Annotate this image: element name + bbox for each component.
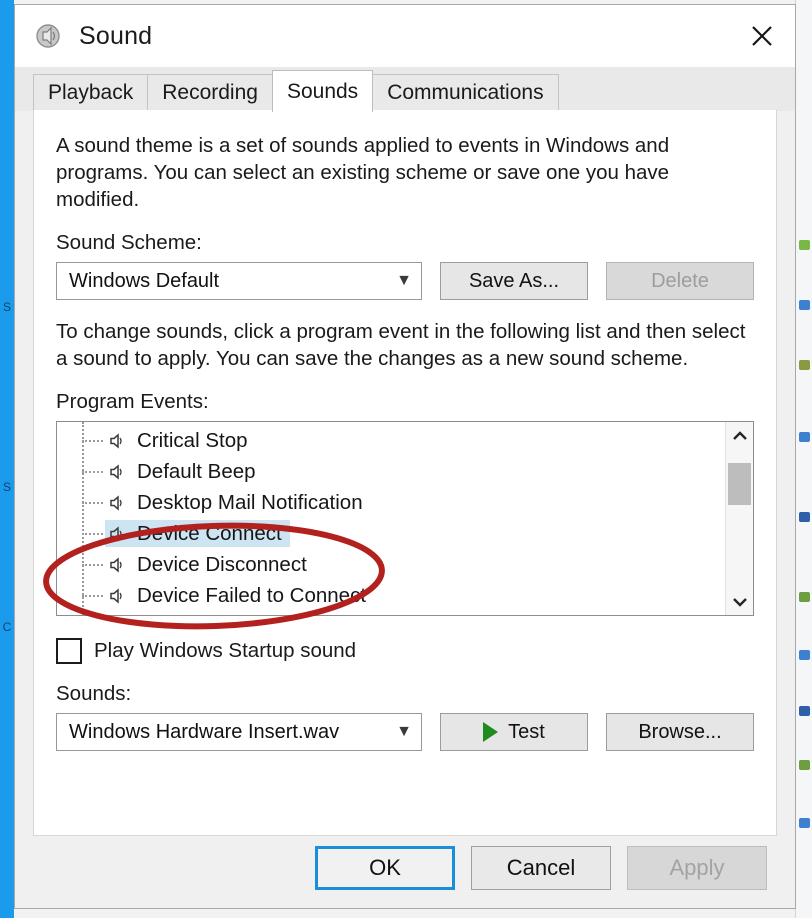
tree-branch bbox=[82, 532, 103, 535]
desktop-icon-sliver bbox=[799, 432, 810, 442]
cancel-button[interactable]: Cancel bbox=[471, 846, 611, 890]
intro-text: A sound theme is a set of sounds applied… bbox=[56, 134, 670, 212]
cancel-label: Cancel bbox=[506, 855, 576, 880]
speaker-icon bbox=[33, 21, 63, 51]
tab-label: Communications bbox=[387, 81, 544, 104]
chevron-down-icon: ▼ bbox=[396, 272, 412, 290]
list-item-label: Device Connect bbox=[137, 521, 282, 545]
scroll-up-icon[interactable] bbox=[726, 422, 753, 449]
program-events-list: Critical Stop Default Beep Desktop Mail … bbox=[57, 422, 726, 616]
close-icon[interactable] bbox=[729, 5, 795, 67]
dialog-footer: OK Cancel Apply bbox=[15, 836, 795, 908]
taskbar-strip[interactable]: S S C bbox=[0, 0, 14, 918]
list-item-label: Desktop Mail Notification bbox=[137, 490, 363, 514]
desktop-icon-sliver bbox=[799, 760, 810, 770]
program-events-label: Program Events: bbox=[56, 390, 209, 414]
list-item[interactable]: Critical Stop bbox=[57, 425, 726, 456]
tab-label: Recording bbox=[162, 81, 258, 104]
tab-playback[interactable]: Playback bbox=[33, 74, 149, 111]
apply-label: Apply bbox=[669, 855, 725, 880]
speaker-icon bbox=[105, 461, 127, 483]
save-as-button[interactable]: Save As... bbox=[440, 262, 588, 301]
speaker-icon bbox=[105, 554, 127, 576]
desktop-icon-sliver bbox=[799, 360, 810, 370]
play-startup-sound-checkbox[interactable] bbox=[56, 638, 82, 665]
speaker-icon bbox=[105, 430, 127, 452]
sounds-label: Sounds: bbox=[56, 682, 132, 706]
list-item[interactable]: Default Beep bbox=[57, 456, 726, 487]
desktop-icon-sliver bbox=[799, 592, 810, 602]
tree-branch bbox=[82, 501, 103, 504]
tree-branch bbox=[82, 594, 103, 597]
ok-label: OK bbox=[369, 855, 401, 880]
tab-recording[interactable]: Recording bbox=[147, 74, 273, 111]
sounds-tab-panel: A sound theme is a set of sounds applied… bbox=[33, 110, 777, 836]
window-title: Sound bbox=[79, 21, 153, 50]
sound-file-dropdown[interactable]: Windows Hardware Insert.wav ▼ bbox=[56, 713, 422, 752]
chevron-down-icon: ▼ bbox=[396, 723, 412, 741]
speaker-icon bbox=[105, 523, 127, 545]
list-item[interactable]: Device Failed to Connect bbox=[57, 580, 726, 611]
tree-branch bbox=[82, 470, 103, 473]
tree-branch bbox=[82, 439, 103, 442]
desktop-icon-strip bbox=[795, 0, 812, 918]
sound-scheme-dropdown[interactable]: Windows Default ▼ bbox=[56, 262, 422, 301]
list-item[interactable]: Device Disconnect bbox=[57, 549, 726, 580]
sound-file-row: Windows Hardware Insert.wav ▼ Test Brows… bbox=[56, 713, 754, 752]
list-item-label: Device Failed to Connect bbox=[137, 583, 367, 607]
browse-label: Browse... bbox=[638, 720, 722, 743]
tab-label: Sounds bbox=[286, 79, 359, 103]
test-label: Test bbox=[508, 720, 545, 743]
desktop-icon-sliver bbox=[799, 512, 810, 522]
tree-branch bbox=[82, 563, 103, 566]
apply-button: Apply bbox=[627, 846, 767, 890]
test-button[interactable]: Test bbox=[440, 713, 588, 752]
sound-scheme-label: Sound Scheme: bbox=[56, 231, 202, 255]
instructions-text: To change sounds, click a program event … bbox=[56, 320, 746, 371]
desktop-icon-sliver bbox=[799, 706, 810, 716]
tab-strip: Playback Recording Sounds Communications bbox=[15, 67, 795, 112]
browse-button[interactable]: Browse... bbox=[606, 713, 754, 752]
list-item-label: Critical Stop bbox=[137, 428, 248, 452]
tab-communications[interactable]: Communications bbox=[372, 74, 559, 111]
list-item[interactable]: Desktop Mail Notification bbox=[57, 487, 726, 518]
program-events-listbox[interactable]: Critical Stop Default Beep Desktop Mail … bbox=[56, 421, 754, 617]
speaker-icon bbox=[105, 492, 127, 514]
taskbar-glyph: S bbox=[2, 480, 11, 494]
desktop-icon-sliver bbox=[799, 650, 810, 660]
scroll-down-icon[interactable] bbox=[726, 588, 753, 615]
delete-button: Delete bbox=[606, 262, 754, 301]
desktop-icon-sliver bbox=[799, 818, 810, 828]
title-bar: Sound bbox=[15, 5, 795, 67]
desktop-icon-sliver bbox=[799, 300, 810, 310]
sound-dialog: Sound Playback Recording Sounds Communic… bbox=[14, 4, 796, 909]
sound-file-value: Windows Hardware Insert.wav bbox=[69, 720, 340, 743]
play-startup-sound-label: Play Windows Startup sound bbox=[94, 639, 357, 663]
tab-sounds[interactable]: Sounds bbox=[271, 70, 374, 112]
delete-label: Delete bbox=[651, 269, 709, 292]
scrollbar-thumb[interactable] bbox=[728, 463, 751, 506]
sound-scheme-value: Windows Default bbox=[69, 269, 220, 292]
scheme-row: Windows Default ▼ Save As... Delete bbox=[56, 262, 754, 301]
speaker-icon bbox=[105, 585, 127, 607]
listbox-scrollbar[interactable] bbox=[725, 422, 753, 616]
list-item-label: Device Disconnect bbox=[137, 552, 307, 576]
desktop-icon-sliver bbox=[799, 240, 810, 250]
save-as-label: Save As... bbox=[468, 269, 560, 292]
list-item-device-connect[interactable]: Device Connect bbox=[57, 518, 726, 549]
list-item-label: Default Beep bbox=[137, 459, 256, 483]
taskbar-glyph: C bbox=[2, 620, 12, 634]
play-startup-sound-checkbox-row[interactable]: Play Windows Startup sound bbox=[56, 638, 357, 665]
tab-label: Playback bbox=[48, 81, 134, 104]
ok-button[interactable]: OK bbox=[315, 846, 455, 890]
play-icon bbox=[483, 722, 499, 743]
taskbar-glyph: S bbox=[2, 300, 11, 314]
